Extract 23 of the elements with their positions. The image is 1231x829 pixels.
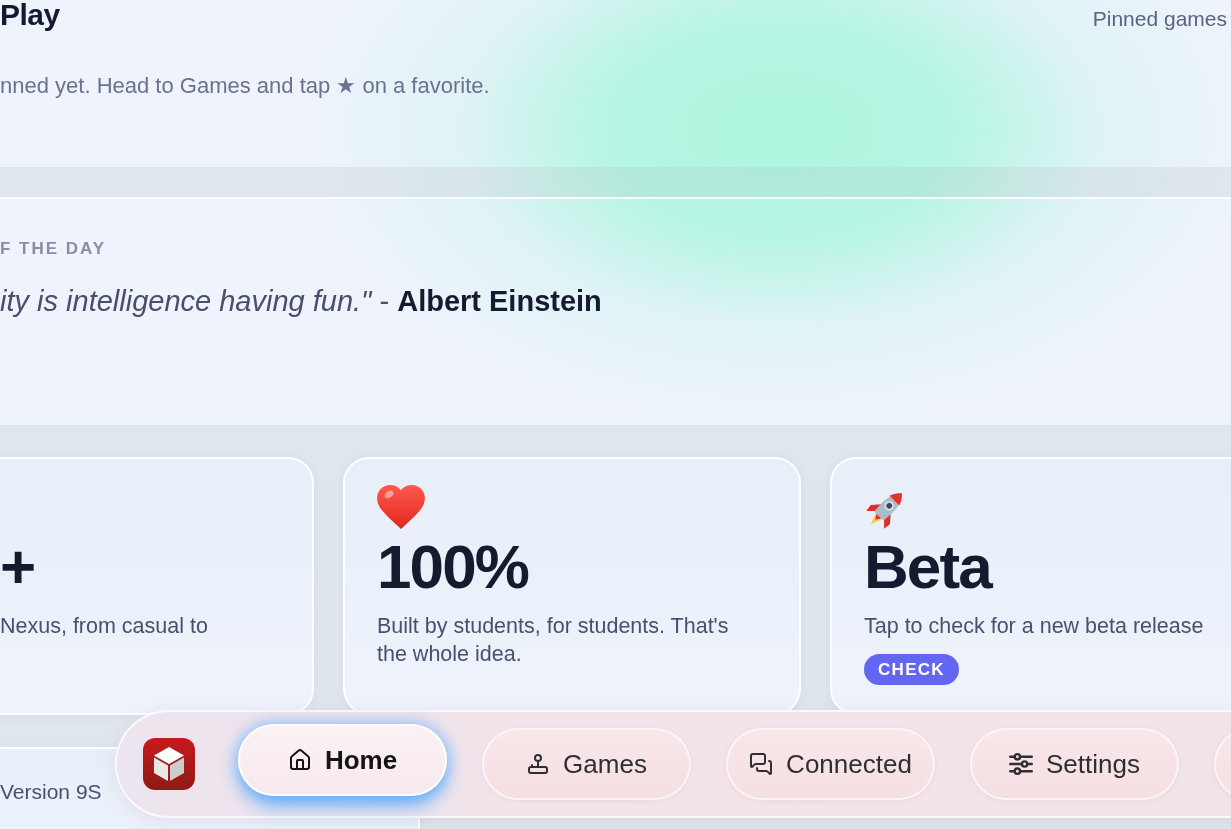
version-text: Version 9S <box>0 780 102 803</box>
chat-bubbles-icon <box>749 752 774 776</box>
nav-button[interactable]: Settings <box>970 728 1179 800</box>
joystick-icon <box>526 752 551 776</box>
stat-value: Beta <box>864 536 991 598</box>
check-button[interactable]: CHECK <box>864 654 959 685</box>
sliders-icon <box>1009 752 1033 776</box>
nav-button[interactable]: Connected <box>726 728 935 800</box>
stat-description: Tap to check for a new beta release <box>864 613 1204 640</box>
house-icon <box>287 748 312 772</box>
empty-message: nned yet. Head to Games and tap ★ on a favorite. <box>0 73 490 99</box>
stat-description: Nexus, from casual to <box>0 613 208 640</box>
stat-value: + <box>0 536 35 598</box>
cube-logo-icon[interactable] <box>143 738 195 790</box>
side-note: Pinned games <box>1092 6 1227 32</box>
nav-button[interactable]: Games <box>482 728 691 800</box>
section-title: Play <box>0 0 60 33</box>
quote-text: ity is intelligence having fun." - Albert Einstein <box>0 284 602 319</box>
nav-button[interactable]: Home <box>238 724 447 796</box>
stat-value: 100% <box>377 536 528 598</box>
heart-icon <box>377 485 425 529</box>
quote-label: F THE DAY <box>0 239 107 259</box>
stat-description: Built by students, for students. That's the whole idea. <box>377 613 730 668</box>
